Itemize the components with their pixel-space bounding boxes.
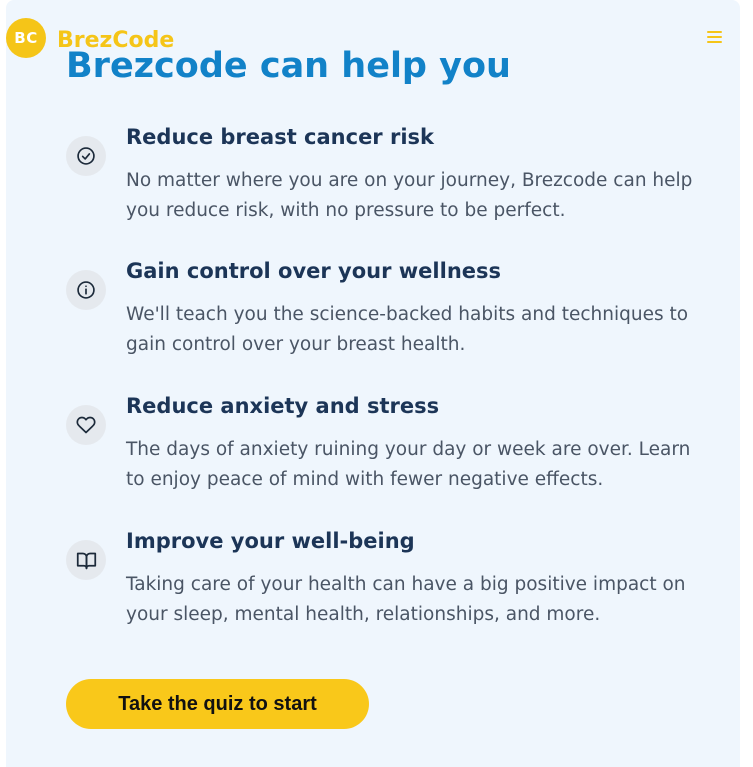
hamburger-menu-icon[interactable] <box>707 31 722 44</box>
feature-description: No matter where you are on your journey,… <box>126 170 693 221</box>
feature-description: Taking care of your health can have a bi… <box>126 574 686 625</box>
take-quiz-button[interactable]: Take the quiz to start <box>66 679 369 729</box>
feature-title: Improve your well-being <box>126 529 415 553</box>
logo-badge: BC <box>6 18 46 58</box>
content-card <box>6 0 740 767</box>
book-open-icon <box>66 540 106 580</box>
check-circle-icon <box>66 136 106 176</box>
feature-title: Reduce anxiety and stress <box>126 394 440 418</box>
feature-description: We'll teach you the science-backed habit… <box>126 304 689 355</box>
page-heading: Brezcode can help you <box>66 46 511 86</box>
feature-description: The days of anxiety ruining your day or … <box>126 439 691 490</box>
info-circle-icon <box>66 270 106 310</box>
heart-icon <box>66 405 106 445</box>
feature-title: Gain control over your wellness <box>126 259 502 283</box>
feature-title: Reduce breast cancer risk <box>126 125 434 149</box>
